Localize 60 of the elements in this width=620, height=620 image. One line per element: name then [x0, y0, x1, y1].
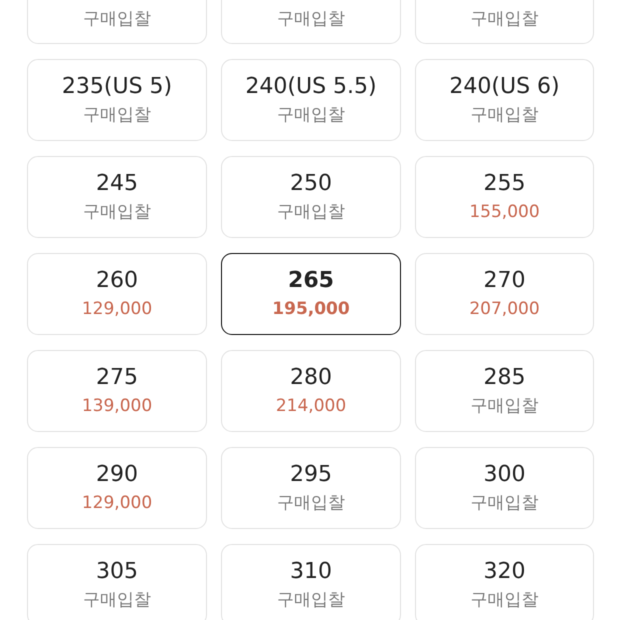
size-option[interactable]: 구매입찰 [27, 0, 207, 44]
size-label: 275 [96, 364, 138, 392]
size-label: 310 [290, 558, 332, 586]
size-label: 270 [484, 267, 526, 295]
size-option[interactable]: 245 구매입찰 [27, 156, 207, 238]
size-option[interactable]: 295 구매입찰 [221, 447, 401, 529]
size-option[interactable]: 310 구매입찰 [221, 544, 401, 620]
size-option[interactable]: 235(US 5) 구매입찰 [27, 59, 207, 141]
bid-label: 구매입찰 [470, 492, 538, 515]
size-label: 305 [96, 558, 138, 586]
bid-label: 구매입찰 [470, 8, 538, 31]
size-label: 285 [484, 364, 526, 392]
bid-label: 구매입찰 [277, 589, 345, 612]
size-option[interactable]: 240(US 6) 구매입찰 [415, 59, 594, 141]
size-label: 235(US 5) [62, 73, 172, 101]
bid-label: 구매입찰 [83, 104, 151, 127]
bid-label: 구매입찰 [83, 8, 151, 31]
size-label: 290 [96, 461, 138, 489]
size-label: 240(US 6) [449, 73, 560, 101]
price-label: 129,000 [82, 298, 152, 321]
size-label: 280 [290, 364, 332, 392]
size-option[interactable]: 구매입찰 [221, 0, 401, 44]
size-option[interactable]: 255 155,000 [415, 156, 594, 238]
price-label: 195,000 [272, 298, 350, 321]
bid-label: 구매입찰 [277, 104, 345, 127]
size-option[interactable]: 280 214,000 [221, 350, 401, 432]
size-label: 265 [288, 267, 334, 295]
size-option[interactable]: 275 139,000 [27, 350, 207, 432]
price-label: 155,000 [469, 201, 540, 224]
price-label: 139,000 [82, 395, 152, 418]
bid-label: 구매입찰 [83, 201, 151, 224]
size-label: 295 [290, 461, 332, 489]
size-label: 250 [290, 170, 332, 198]
size-option[interactable]: 290 129,000 [27, 447, 207, 529]
price-label: 207,000 [469, 298, 540, 321]
bid-label: 구매입찰 [277, 492, 345, 515]
size-option[interactable]: 250 구매입찰 [221, 156, 401, 238]
size-option[interactable]: 320 구매입찰 [415, 544, 594, 620]
size-label: 300 [484, 461, 526, 489]
size-option[interactable]: 구매입찰 [415, 0, 594, 44]
size-option[interactable]: 300 구매입찰 [415, 447, 594, 529]
size-option[interactable]: 240(US 5.5) 구매입찰 [221, 59, 401, 141]
size-label: 240(US 5.5) [245, 73, 377, 101]
size-label: 260 [96, 267, 138, 295]
size-label: 245 [96, 170, 138, 198]
bid-label: 구매입찰 [277, 8, 345, 31]
size-option[interactable]: 260 129,000 [27, 253, 207, 335]
size-option[interactable]: 270 207,000 [415, 253, 594, 335]
size-option[interactable]: 265 195,000 [221, 253, 401, 335]
price-label: 129,000 [82, 492, 152, 515]
price-label: 214,000 [276, 395, 346, 418]
size-option[interactable]: 285 구매입찰 [415, 350, 594, 432]
size-label: 255 [484, 170, 526, 198]
bid-label: 구매입찰 [470, 104, 538, 127]
size-label: 320 [484, 558, 526, 586]
bid-label: 구매입찰 [277, 201, 345, 224]
bid-label: 구매입찰 [83, 589, 151, 612]
size-option[interactable]: 305 구매입찰 [27, 544, 207, 620]
bid-label: 구매입찰 [470, 395, 538, 418]
bid-label: 구매입찰 [470, 589, 538, 612]
